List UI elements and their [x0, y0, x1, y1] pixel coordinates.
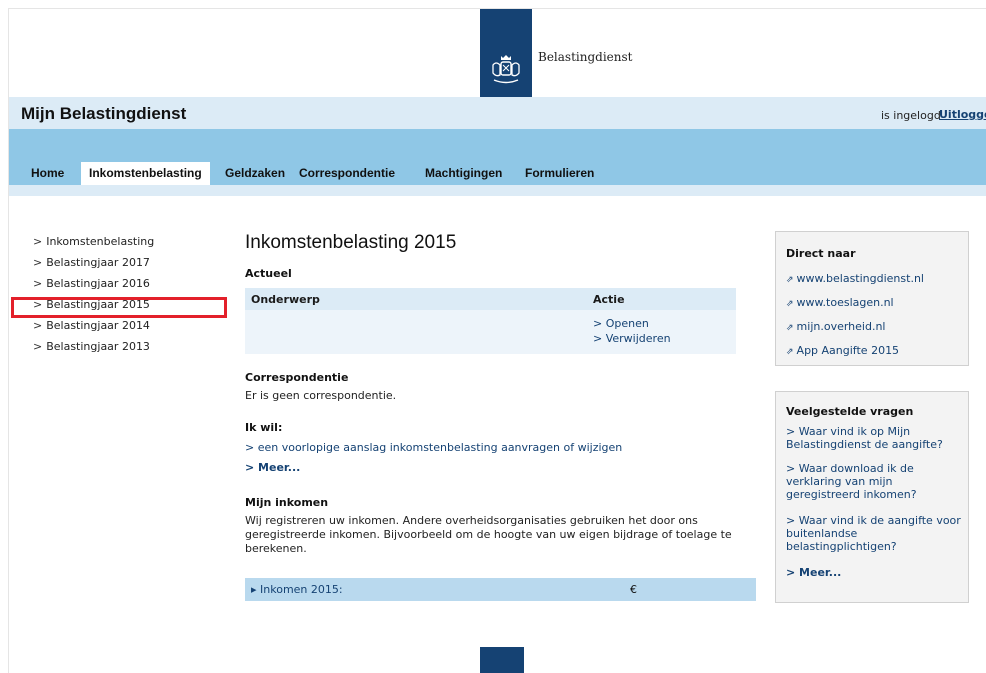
chevron-right-icon: > [33, 256, 43, 269]
delete-link[interactable]: > Verwijderen [593, 332, 671, 345]
inkomen-2015-expander[interactable]: ▸ Inkomen 2015: € [245, 578, 756, 601]
inkomen-text-line-2: geregistreerde inkomen. Bijvoorbeeld om … [245, 528, 732, 541]
chevron-right-icon: > [33, 319, 43, 332]
brand-name: Belastingdienst [538, 50, 633, 64]
open-link[interactable]: > Openen [593, 317, 649, 330]
left-menu-item-2016[interactable]: > Belastingjaar 2016 [33, 277, 245, 290]
actueel-table: Onderwerp Actie > Openen > Verwijderen [245, 288, 736, 354]
page-frame: Belastingdienst Mijn Belastingdienst is … [8, 8, 986, 673]
link-label: mijn.overheid.nl [796, 320, 886, 333]
app-title: Mijn Belastingdienst [21, 104, 187, 123]
external-link-icon: ⇗ [786, 323, 794, 333]
link-label: App Aangifte 2015 [796, 344, 900, 357]
voorlopige-aanslag-link[interactable]: > een voorlopige aanslag inkomstenbelast… [245, 441, 622, 454]
ik-wil-heading: Ik wil: [245, 421, 283, 434]
inkomen-2015-label: ▸ Inkomen 2015: [251, 583, 343, 596]
table-header-row: Onderwerp Actie [245, 288, 736, 310]
selection-highlight-box [11, 297, 227, 318]
left-menu-item-inkomstenbelasting[interactable]: > Inkomstenbelasting [33, 235, 245, 248]
tab-inkomstenbelasting[interactable]: Inkomstenbelasting [81, 162, 210, 185]
currency-symbol: € [630, 583, 637, 596]
inkomen-text-line-3: berekenen. [245, 542, 307, 555]
external-link-icon: ⇗ [786, 299, 794, 309]
belastingdienst-link[interactable]: ⇗ www.belastingdienst.nl [786, 272, 964, 287]
faq-item-aangifte[interactable]: > Waar vind ik op Mijn Belastingdienst d… [786, 425, 964, 451]
chevron-right-icon: > [33, 277, 43, 290]
tab-correspondentie[interactable]: Correspondentie [291, 162, 403, 185]
main-navigation: Home Inkomstenbelasting Geldzaken Corres… [9, 129, 986, 185]
left-menu-item-label: Belastingjaar 2016 [46, 277, 150, 290]
left-menu-item-label: Inkomstenbelasting [46, 235, 155, 248]
direct-naar-title: Direct naar [786, 247, 856, 260]
footer-logo-block [480, 647, 524, 673]
app-aangifte-link[interactable]: ⇗ App Aangifte 2015 [786, 344, 964, 359]
logout-link[interactable]: Uitloggen [939, 108, 986, 121]
table-row: > Openen > Verwijderen [245, 310, 736, 354]
ik-wil-more-link[interactable]: > Meer... [245, 461, 300, 474]
app-titlebar: Mijn Belastingdienst is ingelogd Uitlogg… [9, 97, 986, 129]
faq-item-verklaring[interactable]: > Waar download ik de verklaring van mij… [786, 462, 964, 501]
coat-of-arms-icon [492, 55, 520, 84]
actueel-heading: Actueel [245, 267, 292, 280]
link-label: www.toeslagen.nl [796, 296, 894, 309]
chevron-right-icon: > [33, 235, 43, 248]
mijn-overheid-link[interactable]: ⇗ mijn.overheid.nl [786, 320, 964, 335]
tab-machtigingen[interactable]: Machtigingen [417, 162, 510, 185]
page-title: Inkomstenbelasting 2015 [245, 232, 457, 253]
external-link-icon: ⇗ [786, 347, 794, 357]
chevron-right-icon: > [33, 340, 43, 353]
nav-subbar [9, 185, 986, 196]
link-label: www.belastingdienst.nl [796, 272, 924, 285]
faq-item-buitenlandse[interactable]: > Waar vind ik de aangifte voor buitenla… [786, 514, 964, 553]
left-menu-item-2017[interactable]: > Belastingjaar 2017 [33, 256, 245, 269]
toeslagen-link[interactable]: ⇗ www.toeslagen.nl [786, 296, 964, 311]
column-header-onderwerp: Onderwerp [251, 293, 320, 306]
faq-title: Veelgestelde vragen [786, 405, 914, 418]
inkomen-text-line-1: Wij registreren uw inkomen. Andere overh… [245, 514, 698, 527]
column-header-actie: Actie [593, 293, 625, 306]
left-menu-item-2013[interactable]: > Belastingjaar 2013 [33, 340, 245, 353]
correspondentie-text: Er is geen correspondentie. [245, 389, 397, 402]
left-menu-item-label: Belastingjaar 2017 [46, 256, 150, 269]
left-menu-item-2014[interactable]: > Belastingjaar 2014 [33, 319, 245, 332]
left-menu-item-label: Belastingjaar 2014 [46, 319, 150, 332]
correspondentie-heading: Correspondentie [245, 371, 349, 384]
tab-home[interactable]: Home [23, 162, 72, 185]
direct-naar-box: Direct naar ⇗ www.belastingdienst.nl ⇗ www… [775, 231, 969, 366]
faq-more-link[interactable]: > Meer... [786, 566, 964, 579]
login-status: is ingelogd [881, 109, 941, 122]
tab-formulieren[interactable]: Formulieren [517, 162, 602, 185]
left-menu-item-label: Belastingjaar 2013 [46, 340, 150, 353]
mijn-inkomen-heading: Mijn inkomen [245, 496, 329, 509]
faq-box: Veelgestelde vragen > Waar vind ik op Mi… [775, 391, 969, 603]
external-link-icon: ⇗ [786, 275, 794, 285]
rijksoverheid-logo [480, 9, 532, 97]
tab-geldzaken[interactable]: Geldzaken [217, 162, 293, 185]
